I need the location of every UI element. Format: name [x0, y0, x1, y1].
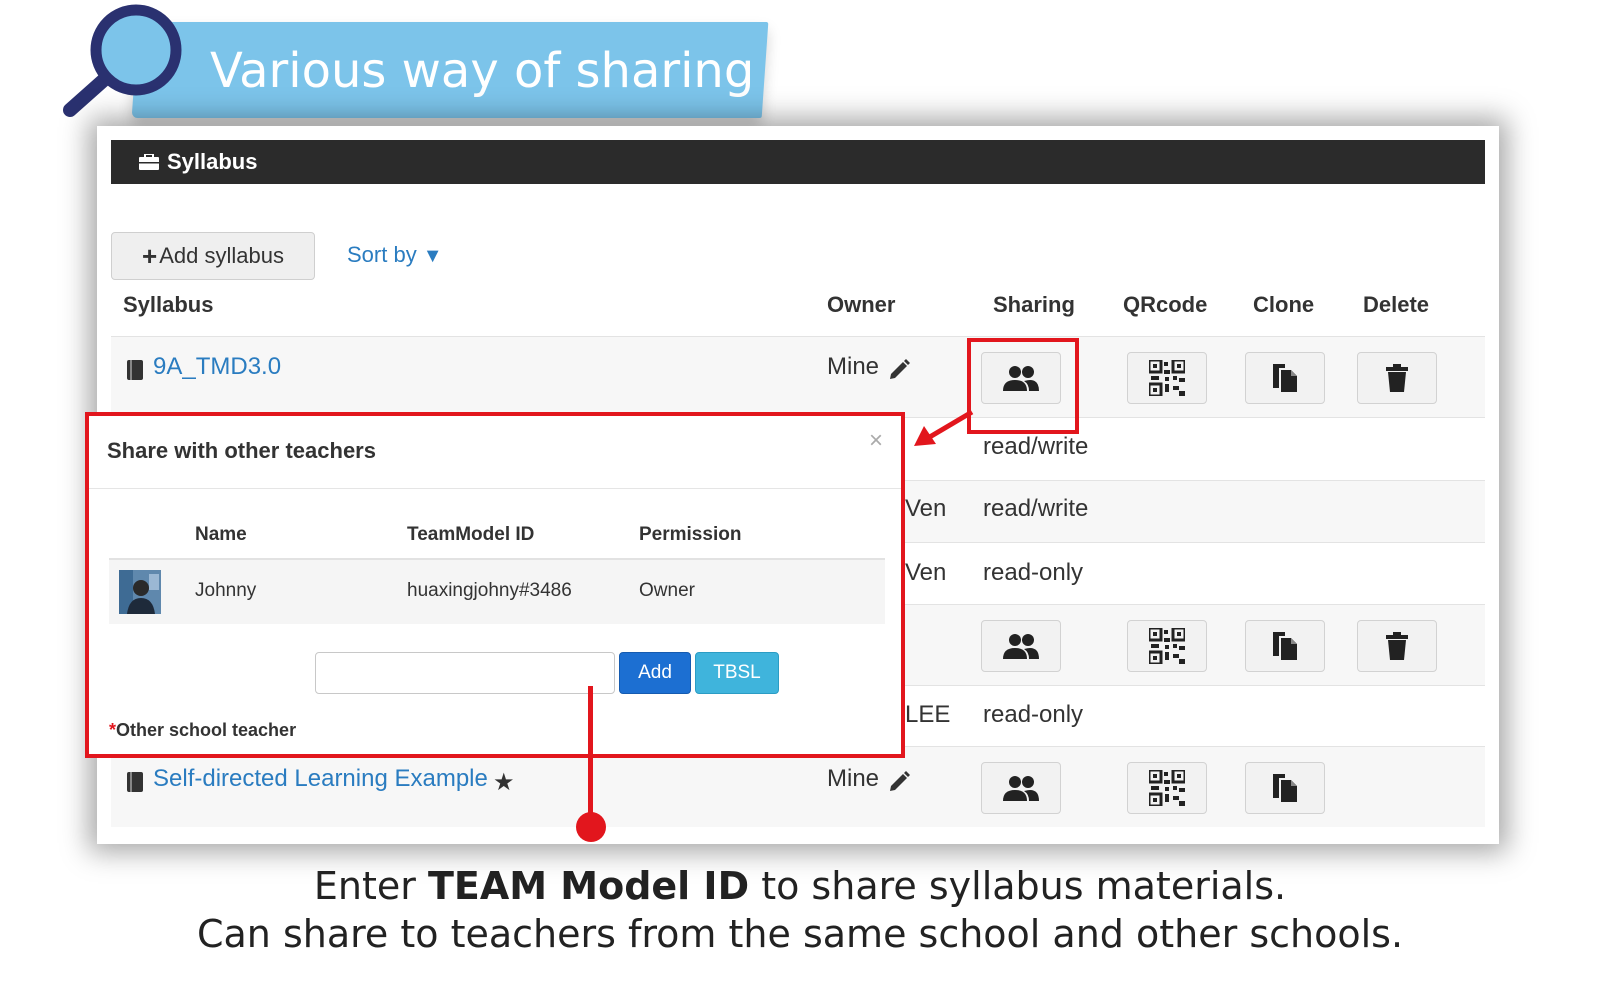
add-syllabus-button[interactable]: + Add syllabus: [111, 232, 315, 280]
modal-divider: [89, 488, 901, 489]
qrcode-button[interactable]: [1127, 352, 1207, 404]
other-school-note: *Other school teacher: [109, 716, 296, 744]
panel-title: Syllabus: [167, 149, 258, 174]
column-header-clone: Clone: [1253, 292, 1315, 317]
tbsl-button[interactable]: TBSL: [695, 652, 779, 694]
owner-value: Ven: [905, 559, 947, 586]
member-permission: Owner: [639, 580, 695, 601]
permission-value: read/write: [983, 495, 1089, 522]
delete-button[interactable]: [1357, 620, 1437, 672]
book-icon: [127, 772, 143, 792]
avatar: [119, 570, 161, 614]
panel-header: Syllabus: [111, 140, 1485, 184]
caption-line-1: Enter TEAM Model ID to share syllabus ma…: [0, 862, 1600, 910]
banner-title: Various way of sharing: [210, 43, 755, 99]
qrcode-icon: [1149, 360, 1185, 396]
column-header-name: Name: [195, 524, 247, 545]
qrcode-icon: [1149, 770, 1185, 806]
syllabus-link-9a-tmd[interactable]: 9A_TMD3.0: [153, 350, 281, 384]
add-syllabus-label: Add syllabus: [159, 243, 284, 268]
column-header-owner: Owner: [827, 292, 896, 317]
note-text: Other school teacher: [116, 720, 297, 740]
modal-title: Share with other teachers: [107, 438, 376, 463]
pencil-icon[interactable]: [887, 770, 911, 794]
caption-text: Enter: [313, 864, 428, 908]
member-name: Johnny: [195, 580, 257, 601]
clone-icon: [1273, 364, 1297, 392]
column-header-teammodel-id: TeamModel ID: [407, 524, 535, 545]
plus-icon: +: [142, 240, 158, 271]
caption-bold: TEAM Model ID: [427, 864, 750, 908]
trash-icon: [1386, 632, 1408, 660]
column-header-permission: Permission: [639, 524, 742, 545]
clone-button[interactable]: [1245, 620, 1325, 672]
clone-button[interactable]: [1245, 352, 1325, 404]
star-icon[interactable]: ★: [493, 766, 515, 800]
callout-line: [588, 686, 593, 822]
close-icon[interactable]: ×: [869, 426, 883, 456]
member-id: huaxingjohny#3486: [407, 580, 572, 601]
owner-value: Mine: [827, 353, 880, 380]
arrow-icon: [914, 409, 974, 446]
required-marker: *: [109, 720, 117, 740]
trash-icon: [1386, 364, 1408, 392]
syllabus-link-self-directed[interactable]: Self-directed Learning Example: [153, 762, 488, 796]
qrcode-icon: [1149, 628, 1185, 664]
owner-value: LEE: [905, 701, 951, 728]
callout-dot: [576, 812, 606, 842]
owner-value: Mine: [827, 765, 880, 792]
clone-icon: [1273, 632, 1297, 660]
column-header-sharing: Sharing: [993, 292, 1075, 317]
permission-value: read/write: [983, 433, 1089, 460]
sort-by-dropdown[interactable]: Sort by ▼: [347, 238, 443, 273]
caption-line-2: Can share to teachers from the same scho…: [196, 912, 1404, 956]
delete-button[interactable]: [1357, 352, 1437, 404]
book-icon: [127, 360, 143, 380]
share-modal: Share with other teachers × Name TeamMod…: [85, 412, 905, 758]
qrcode-button[interactable]: [1127, 620, 1207, 672]
teammodel-id-input[interactable]: [315, 652, 615, 694]
column-header-qrcode: QRcode: [1123, 292, 1208, 317]
column-header-delete: Delete: [1363, 292, 1430, 317]
clone-button[interactable]: [1245, 762, 1325, 814]
permission-value: read-only: [983, 559, 1084, 586]
permission-value: read-only: [983, 701, 1084, 728]
pencil-icon[interactable]: [887, 358, 911, 382]
sharing-button[interactable]: [981, 762, 1061, 814]
qrcode-button[interactable]: [1127, 762, 1207, 814]
magnifier-icon: [63, 4, 182, 117]
caret-down-icon: ▼: [422, 245, 443, 267]
clone-icon: [1273, 774, 1297, 802]
sharing-button[interactable]: [981, 620, 1061, 672]
sort-by-label: Sort by: [347, 242, 417, 267]
briefcase-icon: [139, 154, 159, 170]
caption-text: to share syllabus materials.: [749, 864, 1287, 908]
people-icon: [1003, 634, 1039, 659]
column-header-syllabus: Syllabus: [123, 292, 214, 317]
add-button[interactable]: Add: [619, 652, 691, 694]
people-icon: [1003, 776, 1039, 801]
owner-value: Ven: [905, 495, 947, 522]
